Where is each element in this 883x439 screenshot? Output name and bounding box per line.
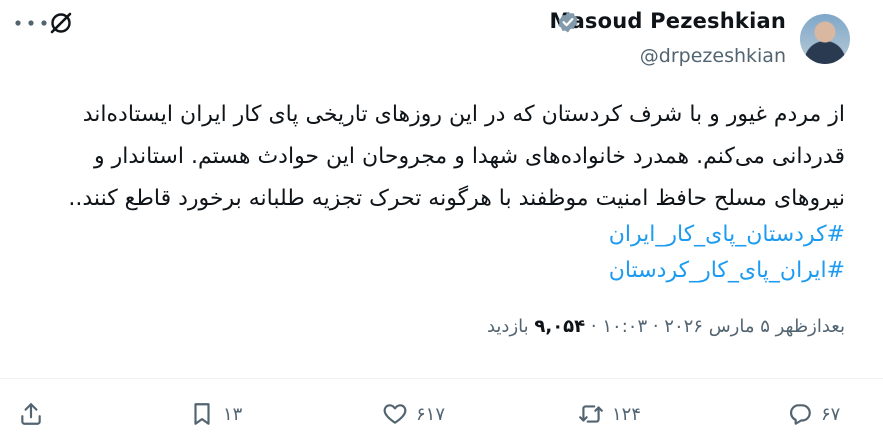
share-button[interactable] xyxy=(18,397,44,431)
author-handle[interactable]: @drpezeshkian xyxy=(640,45,786,67)
meta-separator: · xyxy=(590,316,597,337)
bookmark-button[interactable]: ۱۳ xyxy=(189,397,242,431)
like-button[interactable]: ۶۱۷ xyxy=(382,397,445,431)
author-name[interactable]: Masoud Pezeshkian xyxy=(549,9,786,33)
retweet-icon xyxy=(579,405,603,423)
tweet-text: از مردم غیور و با شرف کردستان که در این … xyxy=(68,102,845,211)
verified-badge-icon[interactable] xyxy=(556,10,580,34)
tweet-header: Masoud Pezeshkian @drpezeshkian xyxy=(0,0,883,80)
reply-icon xyxy=(789,404,811,425)
more-options-icon[interactable] xyxy=(14,17,50,29)
share-icon xyxy=(21,403,41,425)
views-count: ۹,۰۵۴ xyxy=(534,316,586,337)
like-count: ۶۱۷ xyxy=(416,403,446,425)
author-avatar[interactable] xyxy=(800,14,850,64)
views-label: بازدید xyxy=(486,316,529,337)
reply-count: ۶۷ xyxy=(821,403,841,425)
grok-icon[interactable] xyxy=(48,10,74,36)
divider xyxy=(0,378,883,379)
reply-button[interactable]: ۶۷ xyxy=(787,397,840,431)
bookmark-count: ۱۳ xyxy=(223,403,243,425)
tweet-timestamp[interactable]: بعدازظهر ۵ مارس ۲۰۲۶ · ۱۰:۰۳ xyxy=(602,316,845,337)
hashtag-link[interactable]: #کردستان_پای_کار_ایران xyxy=(609,222,845,247)
retweet-button[interactable]: ۱۲۴ xyxy=(578,397,641,431)
tweet-meta: بعدازظهر ۵ مارس ۲۰۲۶ · ۱۰:۰۳ · ۹,۰۵۴ باز… xyxy=(487,316,845,337)
bookmark-icon xyxy=(194,403,210,425)
hashtag-link[interactable]: #ایران_پای_کار_کردستان xyxy=(609,258,845,283)
heart-icon xyxy=(383,404,407,424)
retweet-count: ۱۲۴ xyxy=(612,403,642,425)
